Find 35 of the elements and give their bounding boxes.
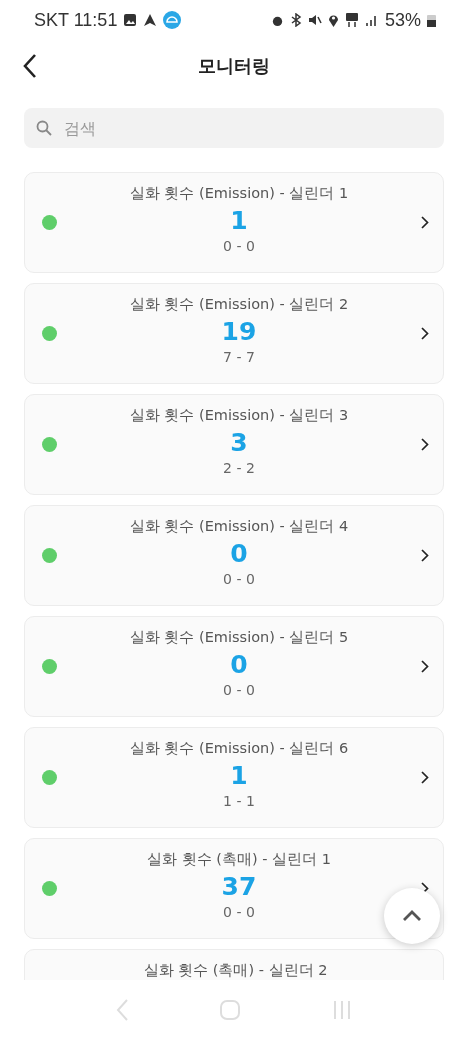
item-value: 19	[221, 317, 257, 347]
monitor-card[interactable]: 실화 횟수 (촉매) - 실린더 2	[24, 949, 444, 980]
status-time: SKT 11:51	[34, 9, 118, 31]
item-range: 0 - 0	[223, 682, 255, 698]
item-value: 0	[230, 650, 248, 680]
item-title: 실화 횟수 (Emission) - 실린더 5	[129, 628, 349, 647]
item-range: 0 - 0	[223, 904, 255, 920]
search-field[interactable]: 검색	[24, 108, 444, 148]
monitor-card[interactable]: 실화 횟수 (Emission) - 실린더 3 3 2 - 2	[24, 394, 444, 495]
item-title: 실화 횟수 (Emission) - 실린더 6	[129, 739, 349, 758]
item-range: 0 - 0	[223, 571, 255, 587]
item-title: 실화 횟수 (Emission) - 실린더 3	[129, 406, 349, 425]
item-title: 실화 횟수 (Emission) - 실린더 2	[129, 295, 349, 314]
item-value: 0	[230, 539, 248, 569]
item-value: 37	[221, 872, 257, 902]
item-title: 실화 횟수 (Emission) - 실린더 1	[129, 184, 349, 203]
item-title: 실화 횟수 (촉매) - 실린더 1	[147, 850, 331, 869]
item-title: 실화 횟수 (Emission) - 실린더 4	[129, 517, 349, 536]
search-input[interactable]: 검색	[62, 117, 432, 139]
item-range: 2 - 2	[223, 460, 255, 476]
screen-title: 모니터링	[198, 54, 270, 78]
item-range: 7 - 7	[223, 349, 255, 365]
monitor-card[interactable]: 실화 횟수 (Emission) - 실린더 4 0 0 - 0	[24, 505, 444, 606]
item-range: 0 - 0	[223, 238, 255, 254]
monitor-card[interactable]: 실화 횟수 (촉매) - 실린더 1 37 0 - 0	[24, 838, 444, 939]
item-value: 3	[230, 428, 248, 458]
battery-percent: 53%	[384, 9, 421, 31]
item-title: 실화 횟수 (촉매) - 실린더 2	[143, 961, 328, 980]
item-value: 1	[230, 761, 248, 791]
item-value: 1	[230, 206, 248, 236]
monitor-card[interactable]: 실화 횟수 (Emission) - 실린더 6 1 1 - 1	[24, 727, 444, 828]
item-range: 1 - 1	[223, 793, 255, 809]
monitor-card[interactable]: 실화 횟수 (Emission) - 실린더 1 1 0 - 0	[24, 172, 444, 273]
monitor-card[interactable]: 실화 횟수 (Emission) - 실린더 2 19 7 - 7	[24, 283, 444, 384]
monitor-card[interactable]: 실화 횟수 (Emission) - 실린더 5 0 0 - 0	[24, 616, 444, 717]
